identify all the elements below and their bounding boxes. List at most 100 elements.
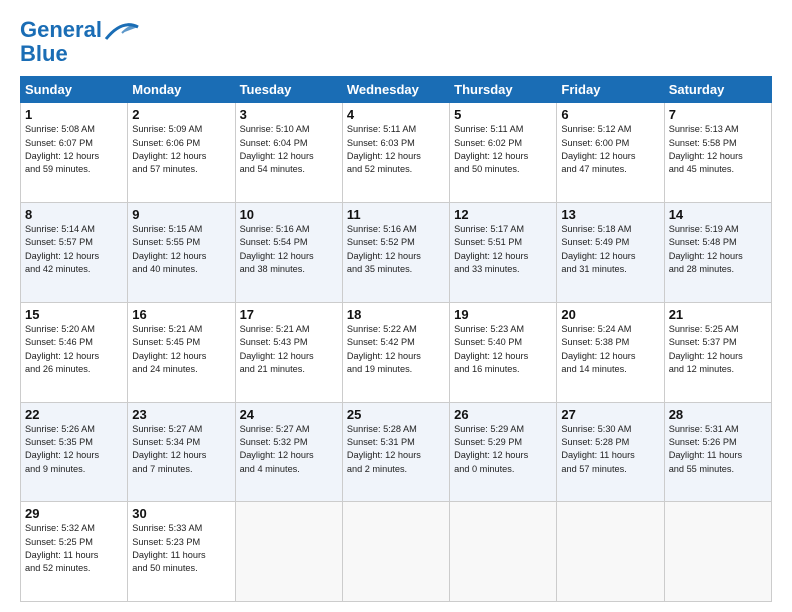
table-row: 5Sunrise: 5:11 AM Sunset: 6:02 PM Daylig… bbox=[450, 103, 557, 203]
logo-blue: Blue bbox=[20, 41, 68, 66]
table-row: 14Sunrise: 5:19 AM Sunset: 5:48 PM Dayli… bbox=[664, 203, 771, 303]
calendar-header-row: Sunday Monday Tuesday Wednesday Thursday… bbox=[21, 77, 772, 103]
table-row bbox=[664, 502, 771, 602]
table-row: 10Sunrise: 5:16 AM Sunset: 5:54 PM Dayli… bbox=[235, 203, 342, 303]
table-row bbox=[235, 502, 342, 602]
day-number: 17 bbox=[240, 307, 338, 322]
day-info: Sunrise: 5:08 AM Sunset: 6:07 PM Dayligh… bbox=[25, 123, 123, 176]
day-number: 28 bbox=[669, 407, 767, 422]
day-number: 10 bbox=[240, 207, 338, 222]
day-info: Sunrise: 5:19 AM Sunset: 5:48 PM Dayligh… bbox=[669, 223, 767, 276]
day-info: Sunrise: 5:21 AM Sunset: 5:45 PM Dayligh… bbox=[132, 323, 230, 376]
table-row: 23Sunrise: 5:27 AM Sunset: 5:34 PM Dayli… bbox=[128, 402, 235, 502]
table-row: 2Sunrise: 5:09 AM Sunset: 6:06 PM Daylig… bbox=[128, 103, 235, 203]
table-row: 18Sunrise: 5:22 AM Sunset: 5:42 PM Dayli… bbox=[342, 302, 449, 402]
table-row: 6Sunrise: 5:12 AM Sunset: 6:00 PM Daylig… bbox=[557, 103, 664, 203]
day-info: Sunrise: 5:32 AM Sunset: 5:25 PM Dayligh… bbox=[25, 522, 123, 575]
day-number: 12 bbox=[454, 207, 552, 222]
day-number: 30 bbox=[132, 506, 230, 521]
table-row: 21Sunrise: 5:25 AM Sunset: 5:37 PM Dayli… bbox=[664, 302, 771, 402]
day-number: 11 bbox=[347, 207, 445, 222]
table-row: 11Sunrise: 5:16 AM Sunset: 5:52 PM Dayli… bbox=[342, 203, 449, 303]
table-row: 15Sunrise: 5:20 AM Sunset: 5:46 PM Dayli… bbox=[21, 302, 128, 402]
calendar-week-row: 29Sunrise: 5:32 AM Sunset: 5:25 PM Dayli… bbox=[21, 502, 772, 602]
header: GeneralBlue bbox=[20, 18, 772, 66]
table-row bbox=[450, 502, 557, 602]
day-info: Sunrise: 5:26 AM Sunset: 5:35 PM Dayligh… bbox=[25, 423, 123, 476]
calendar-table: Sunday Monday Tuesday Wednesday Thursday… bbox=[20, 76, 772, 602]
table-row bbox=[342, 502, 449, 602]
day-info: Sunrise: 5:12 AM Sunset: 6:00 PM Dayligh… bbox=[561, 123, 659, 176]
table-row: 13Sunrise: 5:18 AM Sunset: 5:49 PM Dayli… bbox=[557, 203, 664, 303]
day-info: Sunrise: 5:11 AM Sunset: 6:02 PM Dayligh… bbox=[454, 123, 552, 176]
table-row: 20Sunrise: 5:24 AM Sunset: 5:38 PM Dayli… bbox=[557, 302, 664, 402]
table-row: 19Sunrise: 5:23 AM Sunset: 5:40 PM Dayli… bbox=[450, 302, 557, 402]
day-info: Sunrise: 5:33 AM Sunset: 5:23 PM Dayligh… bbox=[132, 522, 230, 575]
col-monday: Monday bbox=[128, 77, 235, 103]
logo-wing-icon bbox=[104, 19, 140, 47]
table-row: 1Sunrise: 5:08 AM Sunset: 6:07 PM Daylig… bbox=[21, 103, 128, 203]
day-number: 23 bbox=[132, 407, 230, 422]
table-row: 3Sunrise: 5:10 AM Sunset: 6:04 PM Daylig… bbox=[235, 103, 342, 203]
logo-text: GeneralBlue bbox=[20, 18, 102, 66]
table-row: 28Sunrise: 5:31 AM Sunset: 5:26 PM Dayli… bbox=[664, 402, 771, 502]
col-saturday: Saturday bbox=[664, 77, 771, 103]
day-number: 24 bbox=[240, 407, 338, 422]
day-number: 27 bbox=[561, 407, 659, 422]
page: GeneralBlue Sunday Monday Tuesday Wednes… bbox=[0, 0, 792, 612]
day-info: Sunrise: 5:18 AM Sunset: 5:49 PM Dayligh… bbox=[561, 223, 659, 276]
day-info: Sunrise: 5:11 AM Sunset: 6:03 PM Dayligh… bbox=[347, 123, 445, 176]
day-number: 15 bbox=[25, 307, 123, 322]
day-info: Sunrise: 5:22 AM Sunset: 5:42 PM Dayligh… bbox=[347, 323, 445, 376]
col-tuesday: Tuesday bbox=[235, 77, 342, 103]
col-wednesday: Wednesday bbox=[342, 77, 449, 103]
day-info: Sunrise: 5:16 AM Sunset: 5:54 PM Dayligh… bbox=[240, 223, 338, 276]
day-number: 1 bbox=[25, 107, 123, 122]
day-number: 4 bbox=[347, 107, 445, 122]
day-info: Sunrise: 5:13 AM Sunset: 5:58 PM Dayligh… bbox=[669, 123, 767, 176]
day-number: 16 bbox=[132, 307, 230, 322]
day-number: 25 bbox=[347, 407, 445, 422]
calendar-week-row: 1Sunrise: 5:08 AM Sunset: 6:07 PM Daylig… bbox=[21, 103, 772, 203]
day-number: 19 bbox=[454, 307, 552, 322]
table-row: 22Sunrise: 5:26 AM Sunset: 5:35 PM Dayli… bbox=[21, 402, 128, 502]
table-row: 4Sunrise: 5:11 AM Sunset: 6:03 PM Daylig… bbox=[342, 103, 449, 203]
day-info: Sunrise: 5:15 AM Sunset: 5:55 PM Dayligh… bbox=[132, 223, 230, 276]
day-info: Sunrise: 5:10 AM Sunset: 6:04 PM Dayligh… bbox=[240, 123, 338, 176]
day-number: 5 bbox=[454, 107, 552, 122]
day-info: Sunrise: 5:29 AM Sunset: 5:29 PM Dayligh… bbox=[454, 423, 552, 476]
table-row: 12Sunrise: 5:17 AM Sunset: 5:51 PM Dayli… bbox=[450, 203, 557, 303]
day-info: Sunrise: 5:24 AM Sunset: 5:38 PM Dayligh… bbox=[561, 323, 659, 376]
day-number: 7 bbox=[669, 107, 767, 122]
day-number: 6 bbox=[561, 107, 659, 122]
day-info: Sunrise: 5:23 AM Sunset: 5:40 PM Dayligh… bbox=[454, 323, 552, 376]
calendar-week-row: 15Sunrise: 5:20 AM Sunset: 5:46 PM Dayli… bbox=[21, 302, 772, 402]
day-number: 13 bbox=[561, 207, 659, 222]
day-number: 18 bbox=[347, 307, 445, 322]
day-info: Sunrise: 5:09 AM Sunset: 6:06 PM Dayligh… bbox=[132, 123, 230, 176]
day-info: Sunrise: 5:14 AM Sunset: 5:57 PM Dayligh… bbox=[25, 223, 123, 276]
table-row: 25Sunrise: 5:28 AM Sunset: 5:31 PM Dayli… bbox=[342, 402, 449, 502]
col-sunday: Sunday bbox=[21, 77, 128, 103]
day-info: Sunrise: 5:16 AM Sunset: 5:52 PM Dayligh… bbox=[347, 223, 445, 276]
logo-general: General bbox=[20, 17, 102, 42]
table-row: 24Sunrise: 5:27 AM Sunset: 5:32 PM Dayli… bbox=[235, 402, 342, 502]
table-row: 8Sunrise: 5:14 AM Sunset: 5:57 PM Daylig… bbox=[21, 203, 128, 303]
day-info: Sunrise: 5:27 AM Sunset: 5:32 PM Dayligh… bbox=[240, 423, 338, 476]
day-info: Sunrise: 5:30 AM Sunset: 5:28 PM Dayligh… bbox=[561, 423, 659, 476]
day-number: 26 bbox=[454, 407, 552, 422]
table-row: 29Sunrise: 5:32 AM Sunset: 5:25 PM Dayli… bbox=[21, 502, 128, 602]
col-thursday: Thursday bbox=[450, 77, 557, 103]
day-info: Sunrise: 5:31 AM Sunset: 5:26 PM Dayligh… bbox=[669, 423, 767, 476]
day-number: 3 bbox=[240, 107, 338, 122]
calendar-week-row: 8Sunrise: 5:14 AM Sunset: 5:57 PM Daylig… bbox=[21, 203, 772, 303]
day-number: 29 bbox=[25, 506, 123, 521]
table-row: 7Sunrise: 5:13 AM Sunset: 5:58 PM Daylig… bbox=[664, 103, 771, 203]
table-row: 16Sunrise: 5:21 AM Sunset: 5:45 PM Dayli… bbox=[128, 302, 235, 402]
day-number: 2 bbox=[132, 107, 230, 122]
day-info: Sunrise: 5:21 AM Sunset: 5:43 PM Dayligh… bbox=[240, 323, 338, 376]
calendar-week-row: 22Sunrise: 5:26 AM Sunset: 5:35 PM Dayli… bbox=[21, 402, 772, 502]
day-number: 9 bbox=[132, 207, 230, 222]
day-number: 14 bbox=[669, 207, 767, 222]
table-row: 27Sunrise: 5:30 AM Sunset: 5:28 PM Dayli… bbox=[557, 402, 664, 502]
